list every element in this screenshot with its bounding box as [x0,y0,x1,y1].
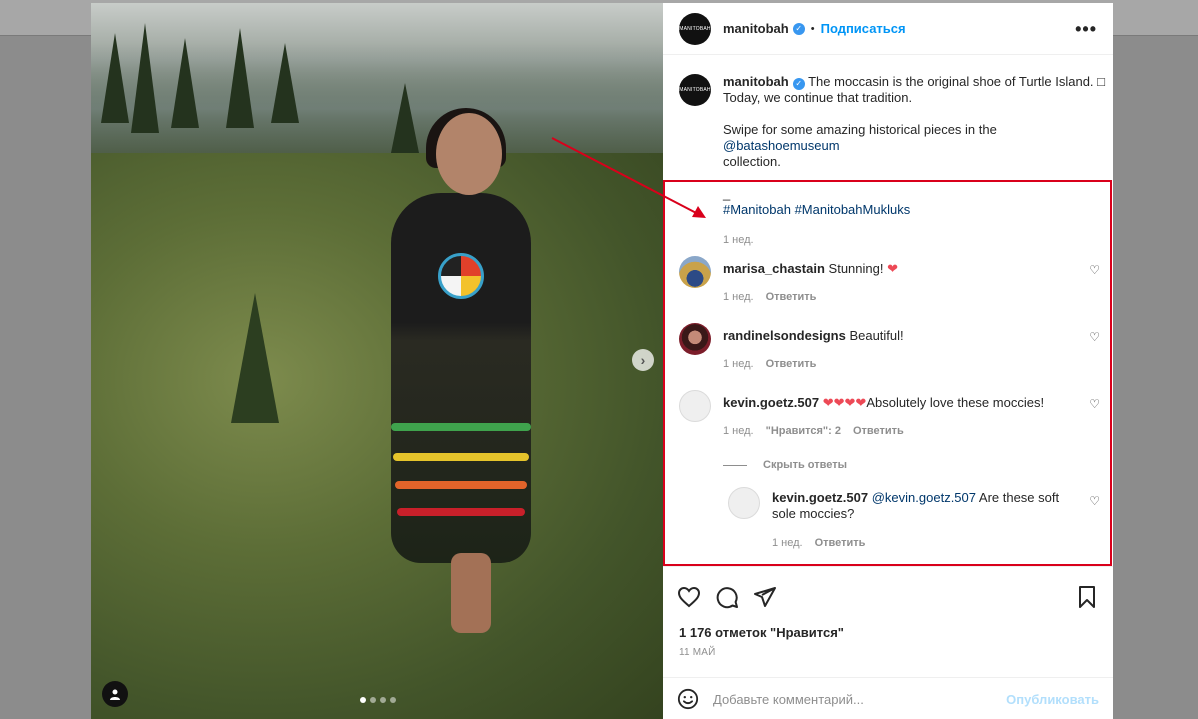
hashtag-link[interactable]: #ManitobahMukluks [795,202,911,217]
comment-meta: 1 нед. Ответить [723,358,828,370]
commenter-avatar[interactable] [679,323,711,355]
reply-username[interactable]: kevin.goetz.507 [772,490,868,505]
like-comment-icon[interactable]: ♡ [1089,330,1100,344]
post-photo [91,3,663,719]
account-avatar[interactable]: MANITOBAH [679,12,711,45]
photo-tree [231,293,279,423]
caption-glyph: □ [1097,74,1106,89]
comment-time: 1 нед. [723,358,754,370]
share-icon[interactable] [753,585,777,609]
publish-button[interactable]: Опубликовать [1006,692,1099,707]
reply-mention[interactable]: @kevin.goetz.507 [872,490,976,505]
carousel-dot [380,697,386,703]
like-comment-icon[interactable]: ♡ [1089,397,1100,411]
reply-text: kevin.goetz.507 @kevin.goetz.507 Are the… [772,490,1062,522]
hide-replies-button[interactable]: Скрыть ответы [723,459,847,471]
comment-content: Beautiful! [849,328,904,343]
comment-meta: 1 нед. Ответить [723,291,828,303]
comment-text: randinelsondesigns Beautiful! [723,328,1073,344]
commenter-avatar-placeholder[interactable] [728,487,760,519]
photo-tree [171,38,199,128]
hide-replies-label: Скрыть ответы [763,459,847,471]
skirt-ribbon [391,423,531,431]
comment-content: Absolutely love these moccies! [866,395,1045,410]
carousel-dot [390,697,396,703]
reply-button[interactable]: Ответить [766,358,817,370]
like-comment-icon[interactable]: ♡ [1089,494,1100,508]
caption-time: 1 нед. [723,234,754,246]
photo-tree [131,23,159,133]
skirt-ribbon [397,508,525,516]
comment-input[interactable] [713,691,1007,707]
post-header: MANITOBAH manitobah ✓ • Подписаться ••• [663,3,1113,55]
post-sidebar: MANITOBAH manitobah ✓ • Подписаться ••• … [663,3,1113,719]
post-date: 11 МАЙ [679,647,716,658]
comment-icon[interactable] [715,585,739,609]
comment-text: kevin.goetz.507 ❤❤❤❤Absolutely love thes… [723,395,1083,411]
caption-username[interactable]: manitobah [723,74,789,89]
caption-line2: Today, we continue that tradition. [723,90,913,105]
skirt-ribbon [393,453,529,461]
emoji-icon[interactable] [677,688,699,710]
comment-time: 1 нед. [723,291,754,303]
photo-medallion [438,253,484,299]
header-separator: • [810,22,815,35]
caption-text: manitobah ✓ The moccasin is the original … [723,74,1108,248]
caption-line3: Swipe for some amazing historical pieces… [723,122,997,137]
replies-divider-line [723,464,747,466]
carousel-dot [360,697,366,703]
post-actions: 1 176 отметок "Нравится" 11 МАЙ Опублико… [663,566,1113,719]
commenter-avatar-placeholder[interactable] [679,390,711,422]
avatar-logo-text: MANITOBAH [679,25,711,32]
more-options-icon[interactable]: ••• [1075,19,1097,40]
comment-meta: 1 нед. "Нравится": 2 Ответить [723,425,916,437]
caption-avatar[interactable]: MANITOBAH [679,74,711,106]
reply-button[interactable]: Ответить [853,425,904,437]
comment-username[interactable]: randinelsondesigns [723,328,846,343]
comment-time: 1 нед. [723,425,754,437]
skirt-ribbon [395,481,527,489]
commenter-avatar[interactable] [679,256,711,288]
reply-meta: 1 нед. Ответить [772,537,877,549]
reply-time: 1 нед. [772,537,803,549]
next-photo-button[interactable]: › [632,349,654,371]
red-heart-emoji: ❤❤❤❤ [822,395,867,410]
comment-like-count[interactable]: "Нравится": 2 [766,425,841,437]
caption-meta: 1 нед. [723,232,1108,248]
like-comment-icon[interactable]: ♡ [1089,263,1100,277]
reply-button[interactable]: Ответить [766,291,817,303]
photo-person-face [436,113,502,195]
verified-badge-icon: ✓ [792,22,805,35]
caption-line3-end: collection. [723,154,781,169]
reply-button[interactable]: Ответить [815,537,866,549]
follow-button[interactable]: Подписаться [821,21,906,36]
photo-tree [391,83,419,153]
photo-tree [101,33,129,123]
hashtag-link[interactable]: #Manitobah [723,202,791,217]
avatar-logo-text: MANITOBAH [679,87,711,93]
caption-underscore: _ [723,186,731,201]
red-heart-emoji: ❤ [887,261,898,276]
like-icon[interactable] [677,585,701,609]
tagged-users-icon[interactable] [102,681,128,707]
comments-list[interactable]: MANITOBAH manitobah ✓ The moccasin is the… [663,56,1113,566]
verified-badge-icon: ✓ [792,78,805,90]
action-icons [677,585,777,609]
caption-line1: The moccasin is the original shoe of Tur… [804,74,1098,89]
photo-tree [226,28,254,128]
carousel-indicator [360,697,396,703]
add-comment-bar: Опубликовать [663,677,1113,719]
carousel-dot [370,697,376,703]
like-count[interactable]: 1 176 отметок "Нравится" [679,625,844,640]
photo-tree [271,43,299,123]
comment-username[interactable]: kevin.goetz.507 [723,395,819,410]
photo-person-legs [451,553,491,633]
photo-meadow [91,153,663,719]
comment-username[interactable]: marisa_chastain [723,261,825,276]
comment-text: marisa_chastain Stunning! ❤ [723,261,1073,277]
bookmark-icon[interactable] [1075,585,1099,609]
comment-content: Stunning! [828,261,888,276]
caption-mention[interactable]: @batashoemuseum [723,138,840,153]
post-username[interactable]: manitobah [723,21,789,36]
